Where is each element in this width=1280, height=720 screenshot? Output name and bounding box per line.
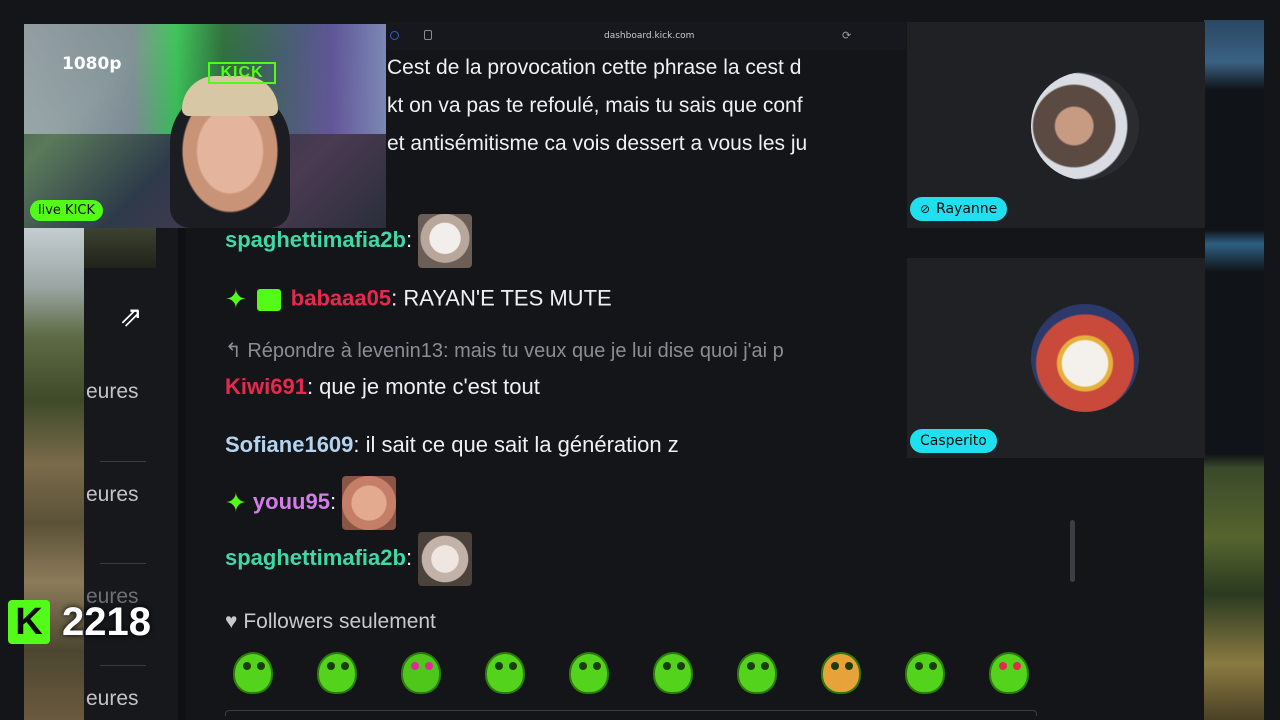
chat-separator: : [405, 544, 413, 570]
call-tile-casperito: Casperito [907, 258, 1205, 458]
frog-emote-icon[interactable] [569, 652, 609, 694]
followers-only-notice: ♥ Followers seulement [225, 610, 436, 634]
mic-off-icon: ⊘ [920, 202, 931, 216]
chat-username[interactable]: youu95 [253, 489, 330, 514]
sidebar-item[interactable]: eures [86, 483, 139, 507]
frog-heart-eyes-emote-icon[interactable] [989, 652, 1029, 694]
rat-emote-icon [418, 532, 473, 586]
chat-message-text: Cest de la provocation cette phrase la c… [387, 56, 802, 79]
chat-message: ✦ youu95: [225, 476, 397, 530]
followers-only-label: Followers seulement [243, 610, 436, 633]
sidebar-item[interactable]: eures [86, 687, 139, 711]
participant-name-chip: ⊘ Rayanne [910, 197, 1008, 221]
browser-bar: dashboard.kick.com ⟳ [386, 22, 906, 50]
kick-wall-logo: KICK [208, 62, 276, 84]
sidebar-item[interactable]: eures [86, 380, 139, 404]
chat-username[interactable]: Kiwi691 [225, 374, 307, 399]
participant-name-chip: Casperito [910, 429, 997, 453]
clown-emote-icon[interactable] [821, 652, 861, 694]
chat-message-text: RAYAN'E TES MUTE [397, 285, 612, 311]
frog-emote-icon[interactable] [653, 652, 693, 694]
reload-icon[interactable]: ⟳ [842, 29, 851, 42]
background-scenery-right [1204, 20, 1264, 720]
screen: dashboard.kick.com ⟳ ⇗ eures eures eures… [0, 0, 1280, 720]
chat-input[interactable] [225, 710, 1037, 716]
frog-emote-icon[interactable] [737, 652, 777, 694]
frog-emote-icon[interactable] [485, 652, 525, 694]
avatar [1031, 304, 1139, 412]
chat-message: spaghettimafia2b: [225, 532, 473, 586]
expand-icon[interactable]: ⇗ [106, 292, 156, 340]
chat-separator: : [405, 226, 413, 252]
chat-username[interactable]: spaghettimafia2b [225, 227, 406, 252]
sidebar-divider [178, 228, 186, 720]
chat-message-text: il sait ce que sait la génération z [359, 432, 679, 457]
live-badge: live KICK [30, 200, 104, 221]
chat-message: Sofiane1609: il sait ce que sait la géné… [225, 432, 679, 458]
sidebar-divider [100, 665, 146, 666]
reply-text: Répondre à levenin13: mais tu veux que j… [247, 340, 784, 362]
resolution-badge: 1080p [62, 54, 122, 74]
chat-message: Kiwi691: que je monte c'est tout [225, 374, 540, 400]
emote-bar [225, 652, 1045, 700]
site-icon [390, 31, 399, 40]
url-text[interactable]: dashboard.kick.com [604, 31, 694, 41]
chat-separator: : [329, 488, 337, 514]
chat-message-text: et antisémitisme ca vois dessert a vous … [387, 132, 808, 155]
participant-name: Casperito [920, 433, 987, 449]
frog-emote-icon[interactable] [905, 652, 945, 694]
chat-scrollbar[interactable] [1070, 520, 1075, 582]
frog-emote-icon[interactable] [317, 652, 357, 694]
viewer-count: 2218 [62, 599, 151, 644]
chat-message: ✦ babaaa05: RAYAN'E TES MUTE [225, 284, 612, 315]
chat-message-text: que je monte c'est tout [313, 374, 540, 399]
reply-context[interactable]: ↰ Répondre à levenin13: mais tu veux que… [225, 338, 907, 363]
call-tile-rayanne: ⊘ Rayanne [907, 22, 1205, 228]
chat-username[interactable]: spaghettimafia2b [225, 545, 406, 570]
sparkle-badge-icon: ✦ [225, 284, 247, 314]
avatar [1031, 72, 1139, 180]
chat-username[interactable]: babaaa05 [291, 285, 391, 310]
call-divider [907, 228, 1205, 258]
chat-message-text: kt on va pas te refoulé, mais tu sais qu… [387, 94, 803, 117]
sidebar-divider [100, 461, 146, 462]
frog-headphones-emote-icon[interactable] [401, 652, 441, 694]
viewer-counter: K 2218 [8, 598, 151, 646]
gift-badge-icon [256, 288, 281, 311]
cat-emote-icon [418, 214, 473, 268]
frog-emote-icon[interactable] [233, 652, 273, 694]
sidebar-thumbnail [84, 228, 156, 268]
background-scenery-left [24, 228, 84, 720]
tab-overview-icon[interactable] [424, 30, 432, 40]
sparkle-badge-icon: ✦ [225, 487, 247, 518]
participant-name: Rayanne [936, 201, 998, 217]
face-emote-icon [342, 476, 397, 530]
chat-username[interactable]: Sofiane1609 [225, 432, 353, 457]
kick-logo-icon: K [8, 600, 50, 644]
reply-icon: ↰ [225, 340, 242, 362]
heart-icon: ♥ [225, 610, 238, 633]
sidebar-divider [100, 563, 146, 564]
